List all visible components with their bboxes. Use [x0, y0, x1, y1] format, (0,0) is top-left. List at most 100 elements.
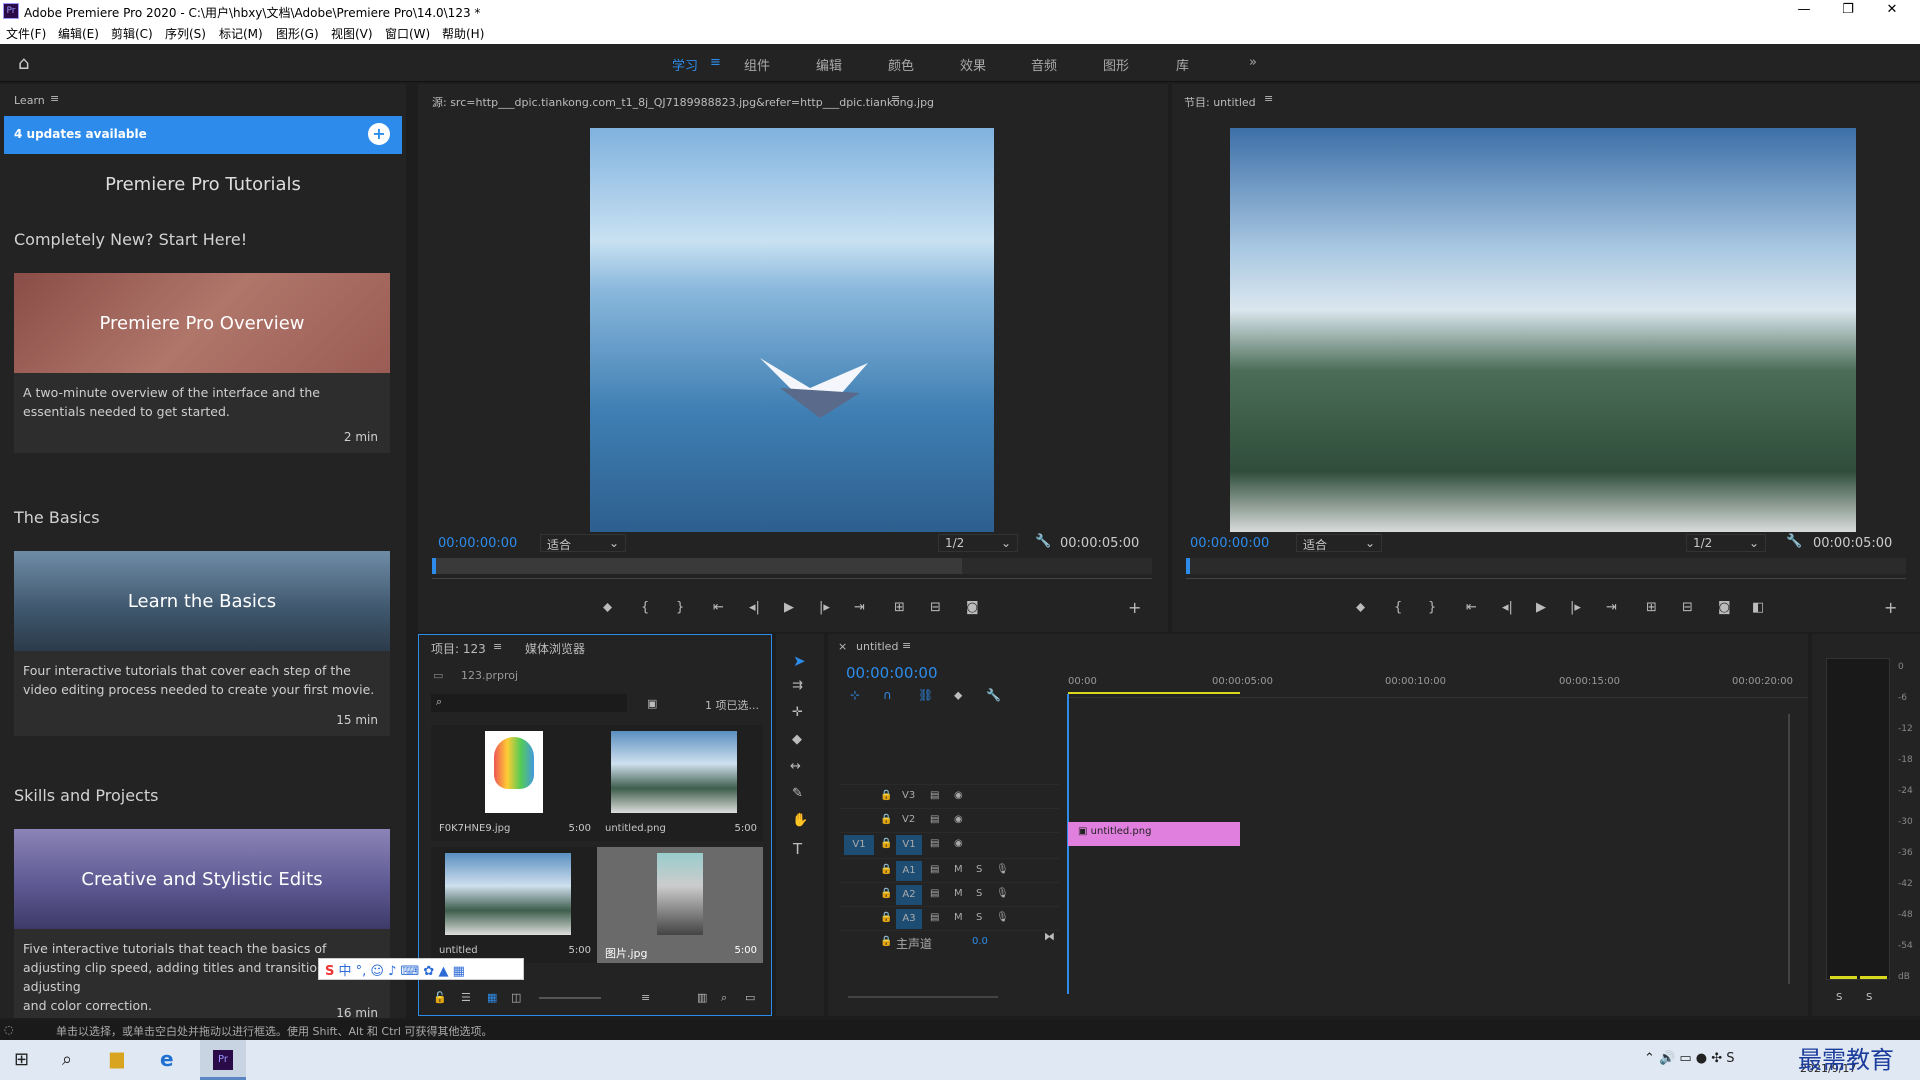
add-marker-icon[interactable]: ⬥ [1356, 600, 1365, 615]
freeform-view-icon[interactable]: ◫ [511, 991, 521, 1004]
step-forward-icon[interactable]: |▸ [819, 600, 830, 615]
solo-button[interactable]: S [976, 888, 982, 899]
sync-lock-icon[interactable]: ▤ [930, 864, 939, 875]
program-tab[interactable]: 节目: untitled [1184, 94, 1256, 110]
lock-icon[interactable]: 🔒 [880, 912, 892, 923]
minimize-icon[interactable]: — [1782, 2, 1826, 17]
solo-button[interactable]: S [976, 864, 982, 875]
workspace-editing[interactable]: 编辑 [816, 55, 842, 74]
lock-icon[interactable]: 🔒 [880, 888, 892, 899]
panel-menu-icon[interactable]: ≡ [50, 92, 59, 105]
selection-tool-icon[interactable]: ➤ [793, 652, 806, 670]
panel-menu-icon[interactable]: ≡ [891, 92, 900, 105]
project-item-selected[interactable]: 图片.jpg 5:00 [597, 847, 763, 963]
sequence-tab[interactable]: untitled [856, 640, 898, 653]
eye-icon[interactable]: ◉ [954, 838, 963, 849]
lock-icon[interactable]: 🔒 [880, 814, 892, 825]
go-to-end-icon[interactable]: ⧓ [1044, 930, 1055, 943]
export-frame-icon[interactable]: ◙ [966, 600, 979, 615]
updates-banner[interactable]: 4 updates available + [4, 116, 402, 154]
voiceover-mic-icon[interactable]: 🎙 [996, 912, 1009, 923]
basics-card-body[interactable]: Four interactive tutorials that cover ea… [14, 651, 390, 736]
close-tab-icon[interactable]: × [838, 640, 847, 653]
mute-button[interactable]: M [954, 864, 963, 875]
panel-menu-icon[interactable]: ≡ [1264, 92, 1273, 105]
settings-wrench-icon[interactable]: 🔧 [1786, 534, 1802, 549]
zoom-bar[interactable] [432, 578, 1152, 579]
home-icon[interactable]: ⌂ [18, 53, 29, 74]
lock-icon[interactable]: 🔒 [880, 838, 892, 849]
workspace-color[interactable]: 颜色 [888, 55, 914, 74]
lock-icon[interactable]: 🔒 [880, 936, 892, 947]
thumbnail-size-slider[interactable] [539, 997, 601, 999]
more-workspaces-icon[interactable]: » [1249, 55, 1257, 70]
timeline-timecode[interactable]: 00:00:00:00 [846, 664, 938, 682]
menu-help[interactable]: 帮助(H) [442, 25, 484, 42]
panel-menu-icon[interactable]: ≡ [902, 639, 911, 652]
menu-file[interactable]: 文件(F) [6, 25, 46, 42]
mark-in-icon[interactable]: { [1394, 600, 1402, 615]
program-scrubber[interactable] [1186, 558, 1906, 574]
project-item[interactable]: F0K7HNE9.jpg 5:00 [431, 725, 597, 841]
program-resolution-dropdown[interactable]: 1/2 ⌄ [1686, 534, 1766, 552]
sync-lock-icon[interactable]: ▤ [930, 912, 939, 923]
mark-out-icon[interactable]: } [676, 600, 684, 615]
track-target-a1[interactable]: A1 [896, 861, 922, 881]
lock-icon[interactable]: 🔒 [880, 864, 892, 875]
nest-icon[interactable]: ⊹ [850, 688, 860, 702]
search-icon[interactable]: ⌕ [62, 1049, 72, 1070]
lift-icon[interactable]: ⊞ [1646, 600, 1657, 615]
insert-icon[interactable]: ⊞ [894, 600, 905, 615]
button-editor-icon[interactable]: + [1884, 598, 1897, 617]
menu-marker[interactable]: 标记(M) [219, 25, 263, 42]
workspace-assembly[interactable]: 组件 [744, 55, 770, 74]
playhead[interactable] [1186, 558, 1190, 574]
go-to-out-icon[interactable]: ⇥ [1606, 600, 1617, 615]
voiceover-mic-icon[interactable]: 🎙 [996, 888, 1009, 899]
mute-button[interactable]: M [954, 888, 963, 899]
step-forward-icon[interactable]: |▸ [1570, 600, 1581, 615]
workspace-libraries[interactable]: 库 [1176, 55, 1189, 74]
add-icon[interactable]: + [368, 123, 390, 145]
go-to-in-icon[interactable]: ⇤ [713, 600, 724, 615]
tray-icons[interactable]: ⌃ 🔊 ▭ ● ✣ S [1644, 1051, 1735, 1066]
overview-card-body[interactable]: A two-minute overview of the interface a… [14, 373, 390, 453]
project-search-input[interactable]: ⌕ [431, 694, 627, 712]
workspace-menu-icon[interactable]: ≡ [710, 55, 721, 70]
add-marker-icon[interactable]: ⬥ [603, 600, 612, 615]
sort-icon[interactable]: ≡ [641, 991, 650, 1004]
learn-tab[interactable]: Learn [14, 94, 45, 107]
menu-sequence[interactable]: 序列(S) [165, 25, 206, 42]
add-marker-icon[interactable]: ⬥ [954, 688, 962, 703]
go-to-out-icon[interactable]: ⇥ [854, 600, 865, 615]
new-bin-camera-icon[interactable]: ▣ [647, 697, 657, 710]
workspace-effects[interactable]: 效果 [960, 55, 986, 74]
hand-tool-icon[interactable]: ✋ [792, 813, 808, 828]
solo-right-button[interactable]: S [1866, 992, 1872, 1003]
list-view-icon[interactable]: ☰ [461, 991, 471, 1004]
button-editor-icon[interactable]: + [1128, 598, 1141, 617]
comparison-view-icon[interactable]: ◧ [1752, 600, 1764, 615]
find-icon[interactable]: ⌕ [721, 991, 727, 1005]
edge-browser-icon[interactable]: e [160, 1047, 174, 1071]
vertical-scrollbar[interactable] [1788, 714, 1790, 984]
work-area-bar[interactable] [1068, 692, 1240, 694]
step-back-icon[interactable]: ◂| [749, 600, 760, 615]
panel-menu-icon[interactable]: ≡ [493, 640, 502, 653]
snap-icon[interactable]: ∩ [883, 688, 892, 702]
track-target-v1[interactable]: V1 [896, 835, 922, 855]
settings-wrench-icon[interactable]: 🔧 [1035, 534, 1051, 549]
type-tool-icon[interactable]: T [793, 840, 802, 858]
file-explorer-icon[interactable]: ▆ [110, 1048, 124, 1069]
lock-icon[interactable]: 🔓 [433, 991, 447, 1004]
creative-card-image[interactable]: Creative and Stylistic Edits [14, 829, 390, 929]
step-back-icon[interactable]: ◂| [1502, 600, 1513, 615]
eye-icon[interactable]: ◉ [954, 814, 963, 825]
menu-graphics[interactable]: 图形(G) [276, 25, 319, 42]
linked-selection-icon[interactable]: ⛓ [918, 688, 933, 702]
mark-out-icon[interactable]: } [1428, 600, 1436, 615]
track-target-a3[interactable]: A3 [896, 909, 922, 929]
export-frame-icon[interactable]: ◙ [1718, 600, 1731, 615]
icon-view-icon[interactable]: ▦ [487, 991, 497, 1004]
media-browser-tab[interactable]: 媒体浏览器 [525, 640, 585, 657]
